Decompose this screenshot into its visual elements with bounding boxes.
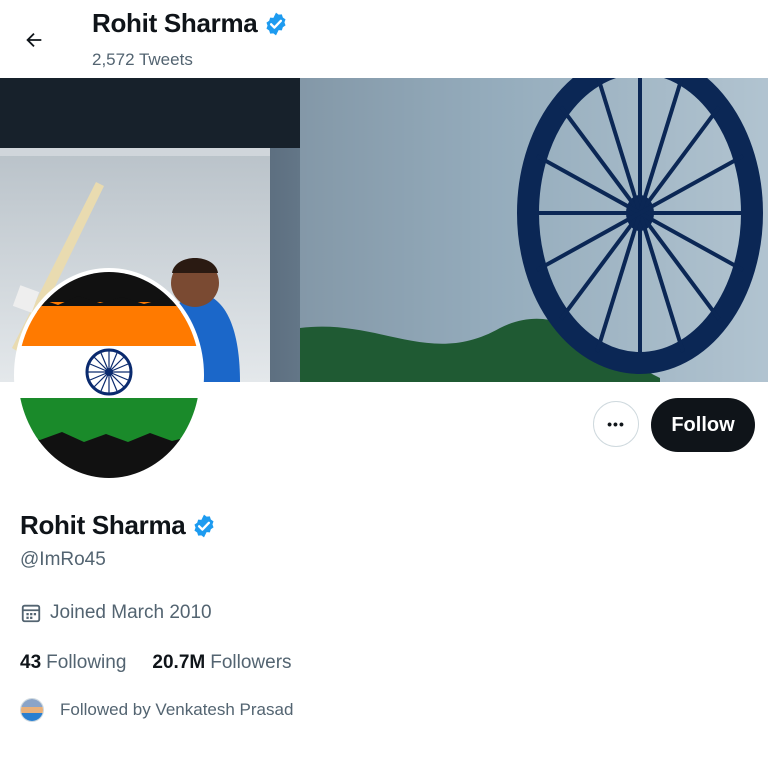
header-name-row: Rohit Sharma xyxy=(92,8,289,39)
profile-handle: @ImRo45 xyxy=(20,549,106,570)
verified-badge-icon xyxy=(266,12,286,35)
followed-by-link[interactable]: Followed by Venkatesh Prasad xyxy=(20,698,293,722)
following-count: 43 xyxy=(20,652,42,673)
tweet-count: 2,572 Tweets xyxy=(92,50,193,69)
followers-link[interactable]: 20.7M Followers xyxy=(152,652,291,674)
profile-avatar[interactable] xyxy=(14,268,204,482)
followed-by-text: Followed by Venkatesh Prasad xyxy=(60,700,294,719)
calendar-icon xyxy=(21,604,41,623)
joined-date: Joined March 2010 xyxy=(20,602,212,624)
more-icon: ••• xyxy=(607,416,625,432)
arrow-left-icon xyxy=(26,32,42,48)
joined-label: Joined March 2010 xyxy=(50,602,212,623)
indian-flag-avatar-image xyxy=(18,272,200,478)
profile-header: Rohit Sharma 2,572 Tweets xyxy=(0,0,768,78)
following-label: Following xyxy=(46,652,127,673)
follow-stats: 43 Following 20.7M Followers xyxy=(20,652,292,674)
profile-name: Rohit Sharma xyxy=(20,510,186,540)
profile-name-row: Rohit Sharma xyxy=(20,510,217,541)
following-link[interactable]: 43 Following xyxy=(20,652,126,674)
profile-page: Rohit Sharma 2,572 Tweets ••• Follow Roh… xyxy=(0,0,768,768)
followers-label: Followers xyxy=(210,652,292,673)
back-button[interactable] xyxy=(14,20,54,60)
followers-count: 20.7M xyxy=(152,652,206,673)
verified-badge-icon[interactable] xyxy=(191,513,217,539)
follow-button[interactable]: Follow xyxy=(651,398,755,452)
follower-avatar xyxy=(20,698,44,722)
header-name: Rohit Sharma xyxy=(92,8,258,38)
more-options-button[interactable]: ••• xyxy=(593,401,639,447)
